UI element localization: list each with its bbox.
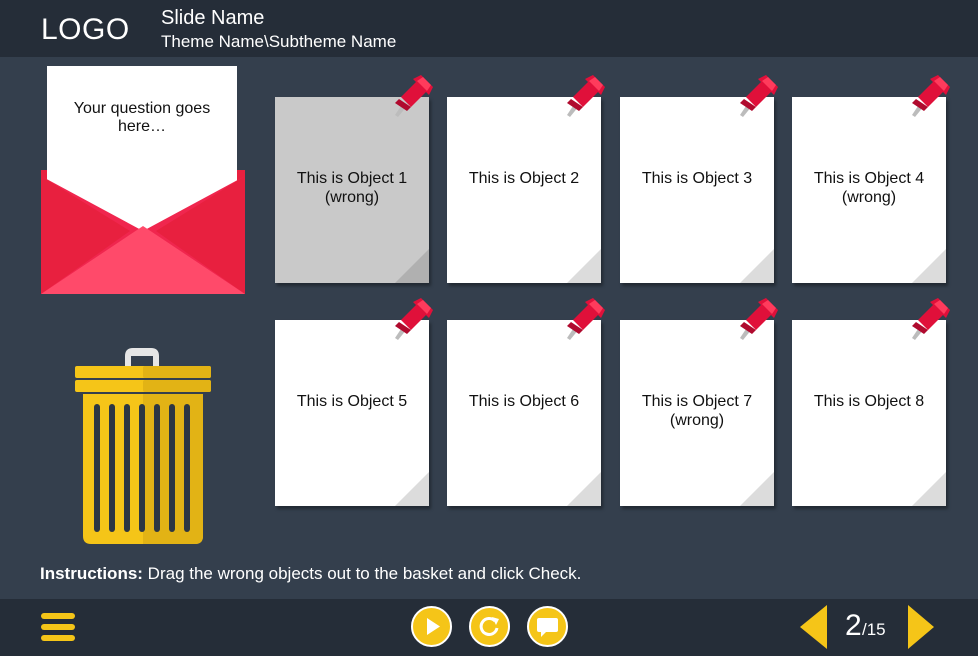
push-pin-icon [395,75,433,117]
slide-name: Slide Name [161,7,265,29]
prev-arrow-icon[interactable] [800,605,830,649]
note-label: This is Object 1 (wrong) [296,170,408,206]
object-note-2[interactable]: This is Object 2 [447,75,605,283]
note-label: This is Object 8 [813,393,925,410]
object-note-4[interactable]: This is Object 4 (wrong) [792,75,950,283]
note-label: This is Object 3 [641,170,753,187]
logo: LOGO [41,13,130,46]
question-text: Your question goes here… [73,100,211,135]
instructions-text: Drag the wrong objects out to the basket… [142,564,582,583]
replay-icon [479,616,499,636]
play-icon [427,618,440,635]
theme-name: Theme Name\Subtheme Name [161,32,397,51]
push-pin-icon [740,298,778,340]
note-label: This is Object 5 [296,393,408,410]
object-note-8[interactable]: This is Object 8 [792,298,950,506]
question-envelope: Your question goes here… [40,66,246,294]
object-note-1[interactable]: This is Object 1 (wrong) [275,75,433,283]
instructions-label: Instructions: [40,564,143,583]
push-pin-icon [912,75,950,117]
object-note-5[interactable]: This is Object 5 [275,298,433,506]
note-label: This is Object 7 (wrong) [641,393,753,429]
object-note-6[interactable]: This is Object 6 [447,298,605,506]
push-pin-icon [740,75,778,117]
note-label: This is Object 2 [468,170,580,187]
instructions: Instructions: Drag the wrong objects out… [40,564,581,584]
hamburger-menu-icon[interactable] [41,613,75,643]
page-current: 2 [845,609,862,642]
comment-button[interactable] [527,606,568,647]
push-pin-icon [395,298,433,340]
play-button[interactable] [411,606,452,647]
comment-icon [537,618,558,637]
trash-bin-icon[interactable] [73,346,213,548]
object-note-3[interactable]: This is Object 3 [620,75,778,283]
push-pin-icon [912,298,950,340]
object-note-7[interactable]: This is Object 7 (wrong) [620,298,778,506]
note-label: This is Object 6 [468,393,580,410]
next-arrow-icon[interactable] [906,605,936,649]
replay-button[interactable] [469,606,510,647]
header-bar: LOGO Slide Name Theme Name\Subtheme Name [0,0,978,57]
push-pin-icon [567,75,605,117]
push-pin-icon [567,298,605,340]
note-label: This is Object 4 (wrong) [813,170,925,206]
page-total: /15 [862,620,886,639]
